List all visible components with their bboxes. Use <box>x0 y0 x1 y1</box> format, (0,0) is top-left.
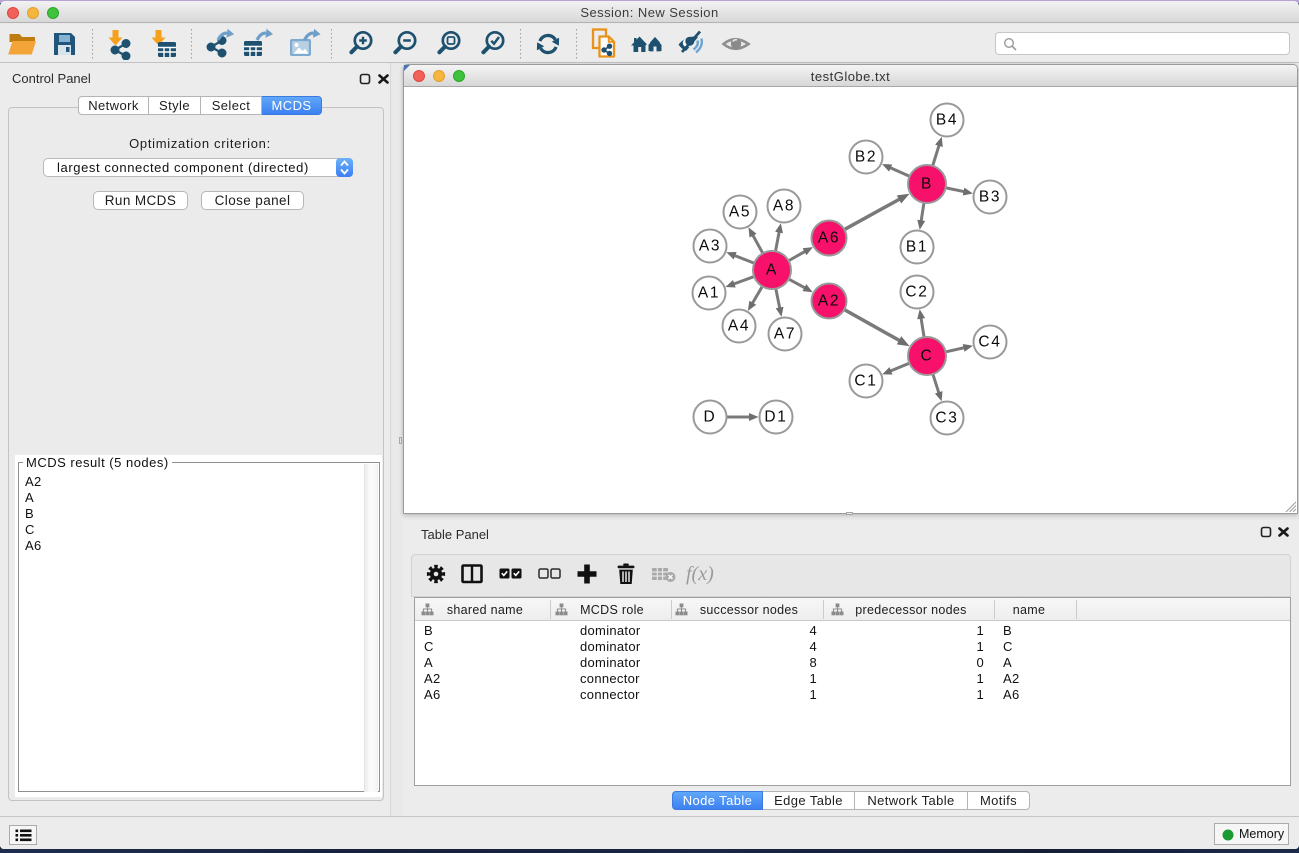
svg-text:A1: A1 <box>698 285 720 302</box>
svg-text:A3: A3 <box>699 238 721 255</box>
svg-text:A2: A2 <box>818 293 840 310</box>
svg-text:A8: A8 <box>773 198 795 215</box>
svg-text:D1: D1 <box>764 409 787 426</box>
svg-text:D: D <box>704 409 717 426</box>
svg-text:C3: C3 <box>935 410 958 427</box>
svg-text:C1: C1 <box>854 373 877 390</box>
svg-text:A7: A7 <box>774 326 796 343</box>
svg-text:A6: A6 <box>818 230 840 247</box>
svg-text:B1: B1 <box>906 239 928 256</box>
svg-text:C: C <box>921 348 934 365</box>
svg-text:C4: C4 <box>978 334 1001 351</box>
svg-text:B2: B2 <box>855 149 877 166</box>
svg-text:B4: B4 <box>936 112 958 129</box>
svg-text:C2: C2 <box>905 284 928 301</box>
svg-text:A4: A4 <box>728 318 750 335</box>
svg-text:B3: B3 <box>979 189 1001 206</box>
svg-text:A: A <box>766 262 778 279</box>
svg-text:B: B <box>921 176 933 193</box>
svg-text:A5: A5 <box>729 204 751 221</box>
